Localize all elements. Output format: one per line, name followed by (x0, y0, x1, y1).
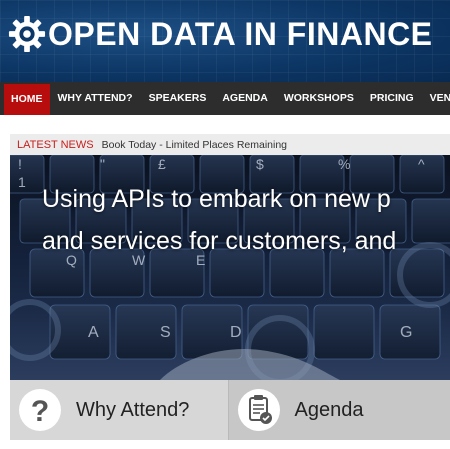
svg-text:S: S (160, 324, 171, 341)
hero-headline-line-1: Using APIs to embark on new p (42, 185, 391, 213)
svg-text:?: ? (31, 395, 49, 428)
nav-why-attend[interactable]: WHY ATTEND? (50, 82, 141, 115)
hero-banner[interactable]: ! " £ $ % ^ 1 Q W E A S D G Using APIs t… (10, 155, 450, 380)
news-ticker: LATEST NEWS Book Today - Limited Places … (10, 134, 450, 155)
feature-tiles: ? Why Attend? Agenda (10, 380, 450, 440)
site-header: OPEN DATA IN FINANCE (0, 0, 450, 82)
agenda-label: Agenda (294, 398, 364, 421)
hero-headline-line-2: and services for customers, and (42, 227, 397, 255)
site-logo[interactable]: OPEN DATA IN FINANCE (8, 15, 433, 53)
svg-text:£: £ (158, 156, 166, 172)
svg-text:D: D (230, 324, 242, 341)
site-title: OPEN DATA IN FINANCE (48, 15, 433, 52)
ticker-label: LATEST NEWS (17, 138, 94, 151)
main-nav: HOME WHY ATTEND? SPEAKERS AGENDA WORKSHO… (0, 82, 450, 115)
svg-text:": " (100, 156, 105, 172)
nav-workshops[interactable]: WORKSHOPS (276, 82, 362, 115)
svg-text:^: ^ (418, 156, 425, 172)
svg-text:1: 1 (18, 174, 26, 190)
question-icon: ? (19, 389, 61, 431)
content-frame: LATEST NEWS Book Today - Limited Places … (10, 134, 450, 440)
svg-text:!: ! (18, 156, 22, 172)
why-attend-label: Why Attend? (76, 398, 190, 421)
svg-text:A: A (88, 324, 99, 341)
nav-agenda[interactable]: AGENDA (214, 82, 276, 115)
nav-pricing[interactable]: PRICING (362, 82, 422, 115)
nav-speakers[interactable]: SPEAKERS (141, 82, 215, 115)
nav-venue[interactable]: VENUE (422, 82, 450, 115)
svg-text:%: % (338, 156, 350, 172)
why-attend-tile[interactable]: ? Why Attend? (10, 380, 228, 440)
svg-text:$: $ (256, 156, 264, 172)
ticker-text[interactable]: Book Today - Limited Places Remaining (102, 139, 287, 151)
agenda-tile[interactable]: Agenda (227, 380, 450, 440)
svg-text:G: G (400, 324, 412, 341)
nav-home[interactable]: HOME (4, 83, 50, 115)
clipboard-check-icon (237, 389, 280, 431)
gear-icon (8, 15, 46, 53)
